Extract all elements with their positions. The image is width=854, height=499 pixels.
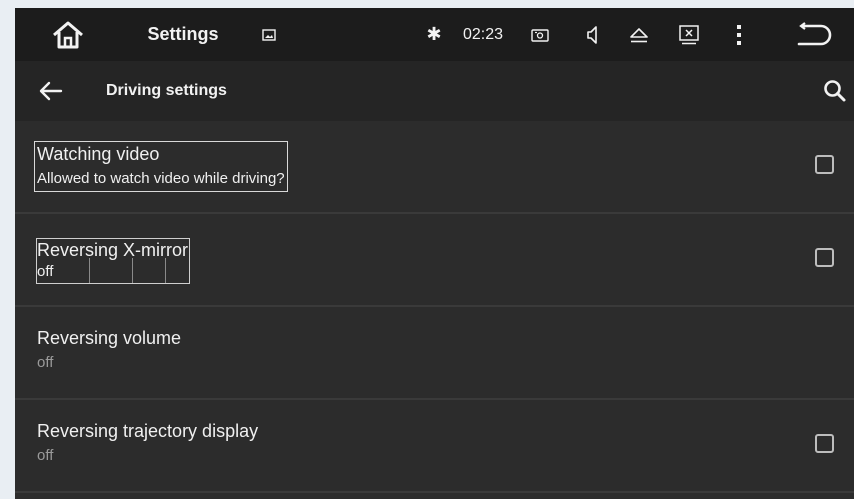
setting-text: Reversing volume off	[37, 327, 181, 374]
setting-summary: Allowed to watch video while driving?	[37, 170, 285, 187]
setting-title: Reversing trajectory display	[37, 421, 259, 441]
reversing-x-mirror-checkbox[interactable]	[815, 248, 834, 267]
arrow-back-icon[interactable]	[37, 78, 65, 104]
image-icon	[258, 8, 280, 61]
watching-video-checkbox[interactable]	[815, 155, 834, 174]
title-bar: Driving settings	[15, 61, 854, 121]
setting-reversing-volume[interactable]: Reversing volume off	[15, 307, 854, 400]
reversing-trajectory-checkbox[interactable]	[815, 434, 834, 453]
status-bar: Settings ✱ 02:23	[15, 8, 854, 61]
setting-reversing-trajectory-display[interactable]: Reversing trajectory display off	[15, 400, 854, 493]
close-box-icon[interactable]	[675, 8, 703, 61]
setting-text: Reversing X-mirror off	[36, 238, 191, 284]
settings-list: Watching video Allowed to watch video wh…	[15, 121, 854, 493]
setting-reversing-x-mirror[interactable]: Reversing X-mirror off	[15, 214, 854, 307]
setting-summary: off	[37, 447, 54, 464]
setting-text: Watching video Allowed to watch video wh…	[34, 141, 288, 192]
radio-icon[interactable]	[528, 8, 552, 61]
status-title: Settings	[147, 24, 219, 44]
setting-summary: off	[37, 354, 54, 371]
android-screen: Settings ✱ 02:23 Driving settings Watchi…	[15, 8, 854, 499]
setting-watching-video[interactable]: Watching video Allowed to watch video wh…	[15, 121, 854, 214]
setting-title: Reversing volume	[37, 328, 182, 348]
bluetooth-icon: ✱	[426, 24, 442, 44]
return-icon[interactable]	[791, 8, 837, 61]
clock-time: 02:23	[462, 25, 504, 43]
volume-icon[interactable]	[581, 8, 605, 61]
setting-title: Watching video	[37, 144, 160, 164]
more-vertical-icon[interactable]	[729, 8, 749, 61]
grid-overlay	[37, 258, 189, 283]
eject-icon[interactable]	[625, 8, 653, 61]
page-title: Driving settings	[106, 82, 227, 99]
setting-text: Reversing trajectory display off	[37, 420, 258, 467]
home-icon[interactable]	[45, 8, 91, 61]
search-icon[interactable]	[822, 78, 848, 104]
